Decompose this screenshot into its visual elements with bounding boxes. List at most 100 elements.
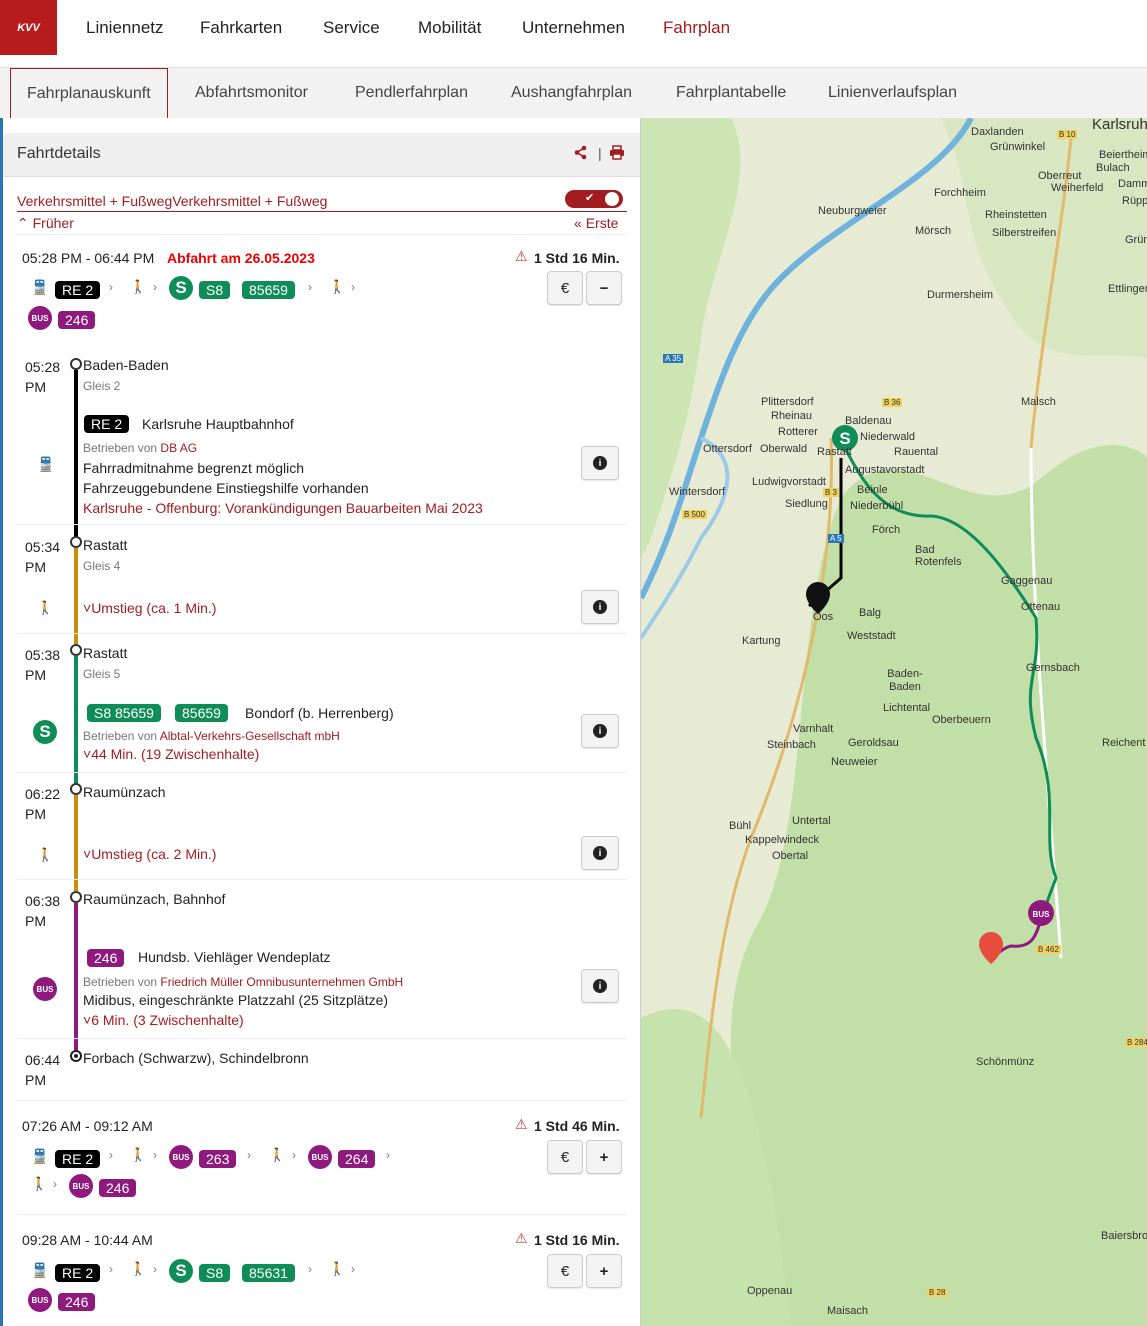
nav-unternehmen[interactable]: Unternehmen bbox=[522, 18, 625, 38]
info-button[interactable]: i bbox=[581, 836, 619, 870]
nav-liniennetz[interactable]: Liniennetz bbox=[86, 18, 164, 38]
expand-button[interactable]: + bbox=[586, 1140, 622, 1174]
header-divider: | bbox=[598, 145, 602, 161]
map-label: Gaggenau bbox=[1001, 575, 1053, 587]
earlier-link[interactable]: ⌃ Früher bbox=[17, 215, 74, 232]
map-label: Oberwald bbox=[760, 443, 808, 455]
divider bbox=[17, 772, 627, 773]
trip2-time[interactable]: 07:26 AM - 09:12 AM bbox=[22, 1118, 153, 1134]
road-shield: A 35 bbox=[663, 354, 684, 363]
leg3-line: 246 bbox=[87, 949, 125, 968]
share-icon[interactable] bbox=[573, 145, 588, 164]
trip3-line-85631: 85631 bbox=[242, 1264, 295, 1283]
s8-badge: S8 bbox=[199, 1264, 231, 1282]
tab-pendlerfahrplan[interactable]: Pendlerfahrplan bbox=[355, 68, 468, 118]
divider bbox=[17, 879, 627, 880]
bus-icon: BUS bbox=[169, 1145, 193, 1169]
fare-button[interactable]: € bbox=[547, 271, 583, 305]
map-label: Rotterer bbox=[778, 426, 818, 438]
trip3-time[interactable]: 09:28 AM - 10:44 AM bbox=[22, 1232, 153, 1248]
leg1-notice-link[interactable]: Karlsruhe - Offenburg: Vorankündigungen … bbox=[83, 500, 483, 516]
operator-link[interactable]: Albtal-Verkehrs-Gesellschaft mbH bbox=[160, 729, 340, 743]
destination-node bbox=[70, 1050, 82, 1062]
panel-header: Fahrtdetails | bbox=[3, 133, 640, 177]
collapse-button[interactable]: − bbox=[586, 271, 622, 305]
leg2-line: S8 85659 bbox=[87, 704, 161, 723]
map-label: Rauental bbox=[894, 446, 939, 458]
stop1-name: Baden-Baden bbox=[83, 357, 169, 373]
stop3-platform: Gleis 5 bbox=[83, 667, 121, 681]
tab-fahrplantabelle[interactable]: Fahrplantabelle bbox=[676, 68, 786, 118]
road-shield: B 284 bbox=[1125, 1038, 1147, 1047]
re2-badge: RE 2 bbox=[55, 1264, 101, 1282]
trip3-line-s8: S8 bbox=[199, 1264, 231, 1283]
leg1-note-access: Fahrzeuggebundene Einstiegshilfe vorhand… bbox=[83, 480, 369, 496]
first-label: Erste bbox=[585, 215, 619, 231]
fare-button[interactable]: € bbox=[547, 1140, 583, 1174]
info-icon: i bbox=[593, 979, 607, 993]
first-link[interactable]: « Erste bbox=[574, 215, 618, 231]
nav-fahrplan[interactable]: Fahrplan bbox=[663, 18, 730, 38]
walk-icon: 🚶 bbox=[130, 279, 147, 294]
operator-link[interactable]: Friedrich Müller Omnibusunternehmen GmbH bbox=[160, 975, 403, 989]
info-button[interactable]: i bbox=[581, 446, 619, 480]
tab-fahrplanauskunft[interactable]: Fahrplanauskunft bbox=[10, 68, 168, 118]
divider bbox=[17, 234, 627, 235]
expand-button[interactable]: + bbox=[586, 1254, 622, 1288]
chevron-right-icon: › bbox=[351, 280, 355, 294]
nav-mobilitaet[interactable]: Mobilität bbox=[418, 18, 481, 38]
destination-dot bbox=[74, 1054, 78, 1058]
operator-link[interactable]: DB AG bbox=[160, 441, 197, 455]
trip2-line-264: 264 bbox=[338, 1150, 376, 1169]
warning-icon: ⚠ bbox=[515, 248, 528, 264]
map-label: Siedlung bbox=[785, 498, 828, 510]
walk-route-line bbox=[74, 795, 78, 891]
intermediate-stops-label[interactable]: 44 Min. (19 Zwischenhalte) bbox=[91, 746, 259, 762]
info-button[interactable]: i bbox=[581, 969, 619, 1003]
map-label: Niederwald bbox=[860, 431, 916, 443]
info-button[interactable]: i bbox=[581, 590, 619, 624]
train-icon: 🚆 bbox=[31, 279, 49, 295]
trip3-line-re2: RE 2 bbox=[55, 1264, 101, 1283]
transfer-label[interactable]: Umstieg (ca. 1 Min.) bbox=[91, 600, 216, 616]
route-map[interactable]: S BUS Karlsruhe Daxlanden Grünwinkel Bei… bbox=[640, 118, 1147, 1326]
bus-icon: BUS bbox=[308, 1145, 332, 1169]
mode-toggle[interactable]: ✔ bbox=[565, 190, 623, 208]
leg2-stops-toggle: ˅44 Min. (19 Zwischenhalte) bbox=[83, 746, 259, 762]
transfer-toggle: ˅Umstieg (ca. 2 Min.) bbox=[83, 846, 216, 862]
nav-service[interactable]: Service bbox=[323, 18, 380, 38]
trip1-time[interactable]: 05:28 PM - 06:44 PM bbox=[22, 250, 154, 266]
map-label: Ettlingen bbox=[1108, 283, 1147, 295]
intermediate-stops-label[interactable]: 6 Min. (3 Zwischenhalte) bbox=[91, 1012, 244, 1028]
chevron-right-icon: › bbox=[308, 1262, 312, 1276]
walk-icon: 🚶 bbox=[130, 1261, 147, 1276]
print-icon[interactable] bbox=[609, 145, 625, 164]
transfer-label[interactable]: Umstieg (ca. 2 Min.) bbox=[91, 846, 216, 862]
info-button[interactable]: i bbox=[581, 714, 619, 748]
stop1-time: 05:28 PM bbox=[25, 357, 60, 397]
map-label: Niederbühl bbox=[850, 500, 904, 512]
train-icon: 🚆 bbox=[31, 1148, 49, 1164]
info-icon: i bbox=[593, 600, 607, 614]
stop3-time-value: 05:38 bbox=[25, 647, 61, 663]
fare-button[interactable]: € bbox=[547, 1254, 583, 1288]
stop4-time-value: 06:22 bbox=[25, 786, 61, 802]
map-label: Kappelwindeck bbox=[745, 834, 819, 846]
kvv-logo[interactable]: KVV bbox=[0, 0, 57, 55]
sub-navigation: Fahrplanauskunft Abfahrtsmonitor Pendler… bbox=[0, 68, 1147, 118]
trip1-duration: 1 Std 16 Min. bbox=[534, 250, 620, 266]
sbahn-icon: S bbox=[169, 1259, 193, 1283]
tab-linienverlaufsplan[interactable]: Linienverlaufsplan bbox=[828, 68, 957, 118]
map-label: Baden-Baden bbox=[887, 668, 923, 693]
stop-node bbox=[70, 536, 82, 548]
info-icon: i bbox=[593, 846, 607, 860]
divider bbox=[17, 1038, 627, 1039]
trip3-duration: 1 Std 16 Min. bbox=[534, 1232, 620, 1248]
map-label: Steinbach bbox=[767, 739, 816, 751]
road-shield: B 10 bbox=[1057, 130, 1078, 139]
tab-aushangfahrplan[interactable]: Aushangfahrplan bbox=[511, 68, 632, 118]
map-label: Rheinau bbox=[771, 410, 812, 422]
map-label: Daxlanden bbox=[971, 126, 1024, 138]
nav-fahrkarten[interactable]: Fahrkarten bbox=[200, 18, 282, 38]
tab-abfahrtsmonitor[interactable]: Abfahrtsmonitor bbox=[195, 68, 308, 118]
